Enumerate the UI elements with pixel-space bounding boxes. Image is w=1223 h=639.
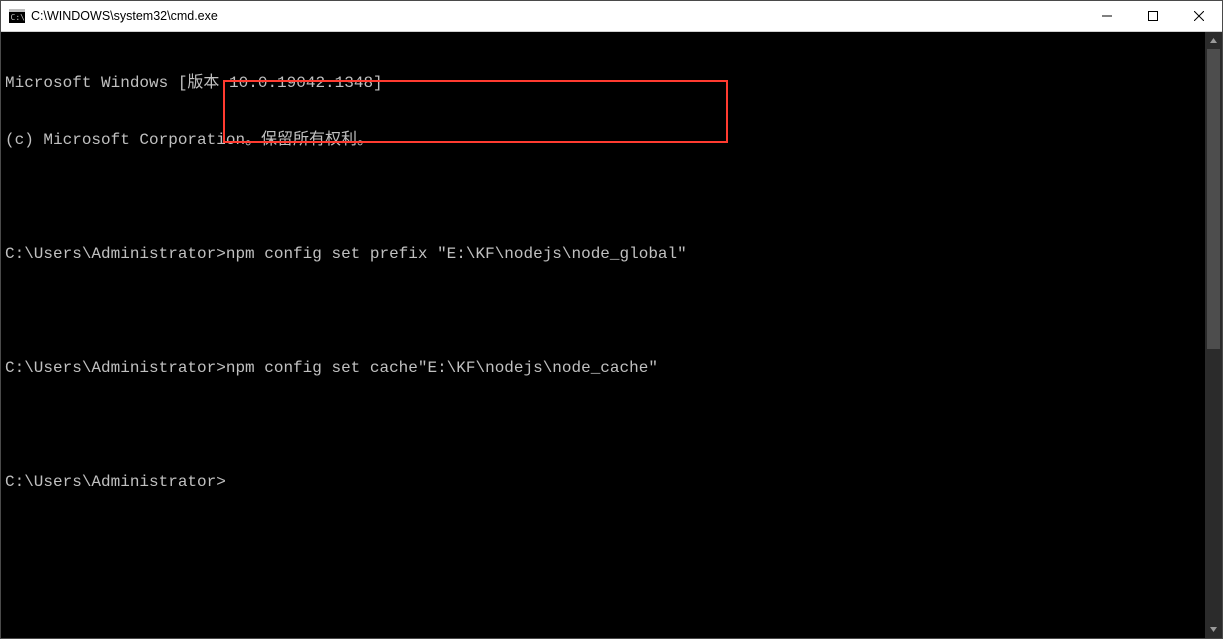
console-header-line: (c) Microsoft Corporation。保留所有权利。 (5, 131, 1203, 150)
console-output[interactable]: Microsoft Windows [版本 10.0.19042.1348] (… (1, 32, 1205, 638)
console-blank-line (5, 302, 1203, 321)
scrollbar-thumb[interactable] (1207, 49, 1220, 349)
console-line: C:\Users\Administrator>npm config set pr… (5, 245, 1203, 264)
console-blank-line (5, 416, 1203, 435)
vertical-scrollbar[interactable] (1205, 32, 1222, 638)
console-line: C:\Users\Administrator>npm config set ca… (5, 359, 1203, 378)
cmd-window: C:\ C:\WINDOWS\system32\cmd.exe Microsof… (0, 0, 1223, 639)
close-button[interactable] (1176, 1, 1222, 31)
console-blank-line (5, 188, 1203, 207)
scroll-down-button[interactable] (1205, 621, 1222, 638)
window-title: C:\WINDOWS\system32\cmd.exe (31, 9, 218, 23)
scrollbar-track[interactable] (1205, 49, 1222, 621)
minimize-button[interactable] (1084, 1, 1130, 31)
command: npm config set prefix "E:\KF\nodejs\node… (226, 245, 687, 263)
maximize-button[interactable] (1130, 1, 1176, 31)
cmd-icon: C:\ (9, 8, 25, 24)
prompt: C:\Users\Administrator> (5, 473, 226, 491)
console-line: C:\Users\Administrator> (5, 473, 1203, 492)
console-header-line: Microsoft Windows [版本 10.0.19042.1348] (5, 74, 1203, 93)
scroll-up-button[interactable] (1205, 32, 1222, 49)
command: npm config set cache"E:\KF\nodejs\node_c… (226, 359, 658, 377)
prompt: C:\Users\Administrator> (5, 245, 226, 263)
client-area: Microsoft Windows [版本 10.0.19042.1348] (… (1, 32, 1222, 638)
svg-text:C:\: C:\ (11, 13, 26, 22)
titlebar[interactable]: C:\ C:\WINDOWS\system32\cmd.exe (1, 1, 1222, 32)
prompt: C:\Users\Administrator> (5, 359, 226, 377)
window-controls (1084, 1, 1222, 31)
